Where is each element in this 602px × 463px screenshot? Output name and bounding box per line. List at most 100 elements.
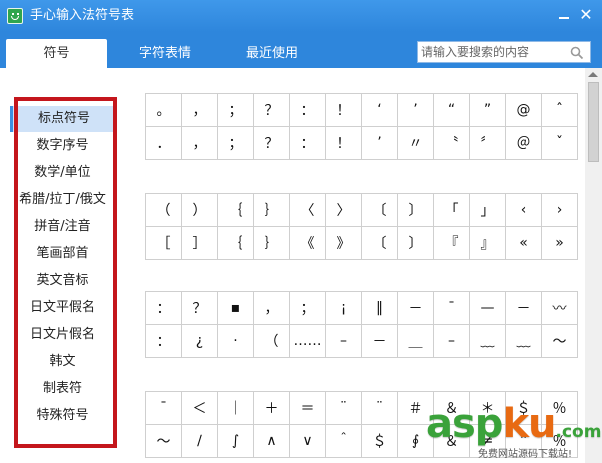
symbol-cell[interactable]: ▪ <box>217 291 254 325</box>
category-numbers[interactable]: 数字序号 <box>10 133 115 159</box>
symbol-cell[interactable]: ＄ <box>505 391 542 425</box>
symbol-cell[interactable]: ］ <box>181 226 218 260</box>
symbol-cell[interactable]: ｝ <box>253 226 290 260</box>
symbol-cell[interactable]: 〕 <box>397 226 434 260</box>
symbol-cell[interactable]: ： <box>289 93 326 127</box>
symbol-cell[interactable]: ＝ <box>289 391 326 425</box>
category-punctuation[interactable]: 标点符号 <box>10 106 115 132</box>
symbol-cell[interactable]: ， <box>181 93 218 127</box>
symbol-cell[interactable]: ！ <box>325 93 362 127</box>
category-greek-latin-russian[interactable]: 希腊/拉丁/俄文 <box>10 187 115 213</box>
symbol-cell[interactable]: ： <box>289 126 326 160</box>
symbol-cell[interactable]: （ <box>253 324 290 358</box>
symbol-cell[interactable]: 」 <box>469 193 506 227</box>
symbol-cell[interactable]: ∕ <box>181 424 218 458</box>
symbol-cell[interactable]: ‖ <box>361 291 398 325</box>
category-special[interactable]: 特殊符号 <box>10 403 115 429</box>
symbol-cell[interactable]: ， <box>253 291 290 325</box>
symbol-cell[interactable]: （ <box>145 193 182 227</box>
symbol-cell[interactable]: ； <box>217 93 254 127</box>
symbol-cell[interactable]: · <box>217 324 254 358</box>
symbol-cell[interactable]: ” <box>469 93 506 127</box>
symbol-cell[interactable]: “ <box>433 93 470 127</box>
symbol-cell[interactable]: « <box>505 226 542 260</box>
symbol-cell[interactable]: ‘ <box>361 93 398 127</box>
symbol-cell[interactable]: 〔 <box>361 226 398 260</box>
symbol-cell[interactable]: ． <box>145 126 182 160</box>
symbol-cell[interactable]: 『 <box>433 226 470 260</box>
tab-emoticons[interactable]: 字符表情 <box>115 39 215 68</box>
symbol-cell[interactable]: 〕 <box>397 193 434 227</box>
symbol-cell[interactable]: ＂ <box>505 424 542 458</box>
search-input[interactable] <box>421 43 566 61</box>
symbol-cell[interactable]: 〉 <box>325 193 362 227</box>
symbol-cell[interactable]: ∫ <box>217 424 254 458</box>
symbol-cell[interactable]: – <box>433 324 470 358</box>
symbol-cell[interactable]: ＆ <box>433 424 470 458</box>
symbol-cell[interactable]: 〝 <box>433 126 470 160</box>
symbol-cell[interactable]: ｛ <box>217 226 254 260</box>
symbol-cell[interactable]: 〈 <box>289 193 326 227</box>
symbol-cell[interactable]: ！ <box>325 126 362 160</box>
symbol-cell[interactable]: ’ <box>397 93 434 127</box>
symbol-cell[interactable]: ～ <box>541 324 578 358</box>
symbol-cell[interactable]: ％ <box>541 424 578 458</box>
symbol-cell[interactable]: @ <box>505 93 542 127</box>
symbol-cell[interactable]: 《 <box>289 226 326 260</box>
symbol-cell[interactable]: ∧ <box>253 424 290 458</box>
symbol-cell[interactable]: ¨ <box>361 391 398 425</box>
symbol-cell[interactable]: － <box>397 291 434 325</box>
tab-symbols[interactable]: 符号 <box>6 39 107 68</box>
symbol-cell[interactable]: ¨ <box>325 391 362 425</box>
vertical-scrollbar[interactable] <box>585 68 602 463</box>
symbol-cell[interactable]: ﹏ <box>505 324 542 358</box>
symbol-cell[interactable]: ， <box>181 126 218 160</box>
symbol-cell[interactable]: ＊ <box>469 391 506 425</box>
minimize-icon[interactable] <box>555 6 573 24</box>
category-katakana[interactable]: 日文片假名 <box>10 322 115 348</box>
symbol-cell[interactable]: ¡ <box>325 291 362 325</box>
symbol-cell[interactable]: …… <box>289 324 326 358</box>
symbol-cell[interactable]: ＋ <box>253 391 290 425</box>
symbol-cell[interactable]: 「 <box>433 193 470 227</box>
symbol-cell[interactable]: 〃 <box>397 126 434 160</box>
symbol-cell[interactable]: 〰 <box>541 291 578 325</box>
symbol-cell[interactable]: ｜ <box>217 391 254 425</box>
symbol-cell[interactable]: ¿ <box>181 324 218 358</box>
symbol-cell[interactable]: ∨ <box>289 424 326 458</box>
symbol-cell[interactable]: ？ <box>253 126 290 160</box>
category-hiragana[interactable]: 日文平假名 <box>10 295 115 321</box>
category-math-units[interactable]: 数学/单位 <box>10 160 115 186</box>
scroll-thumb[interactable] <box>588 82 599 162</box>
symbol-cell[interactable]: – <box>325 324 362 358</box>
symbol-cell[interactable]: ～ <box>145 424 182 458</box>
symbol-cell[interactable]: ： <box>145 324 182 358</box>
symbol-cell[interactable]: ） <box>181 193 218 227</box>
category-strokes-radicals[interactable]: 笔画部首 <box>10 241 115 267</box>
symbol-cell[interactable]: 』 <box>469 226 506 260</box>
symbol-cell[interactable]: ＾ <box>325 424 362 458</box>
category-box-drawing[interactable]: 制表符 <box>10 376 115 402</box>
symbol-cell[interactable]: ； <box>217 126 254 160</box>
symbol-cell[interactable]: ｛ <box>217 193 254 227</box>
symbol-cell[interactable]: ’ <box>361 126 398 160</box>
symbol-cell[interactable]: ∮ <box>397 424 434 458</box>
tab-recent[interactable]: 最近使用 <box>222 39 322 68</box>
symbol-cell[interactable]: 〔 <box>361 193 398 227</box>
symbol-cell[interactable]: － <box>505 291 542 325</box>
category-pinyin[interactable]: 拼音/注音 <box>10 214 115 240</box>
symbol-cell[interactable]: ˆ <box>541 93 578 127</box>
category-phonetics[interactable]: 英文音标 <box>10 268 115 294</box>
symbol-cell[interactable]: ＄ <box>361 424 398 458</box>
category-korean[interactable]: 韩文 <box>10 349 115 375</box>
symbol-cell[interactable]: ［ <box>145 226 182 260</box>
close-icon[interactable]: ✕ <box>577 6 595 24</box>
symbol-cell[interactable]: » <box>541 226 578 260</box>
symbol-cell[interactable]: ＜ <box>181 391 218 425</box>
symbol-cell[interactable]: ＠ <box>505 126 542 160</box>
symbol-cell[interactable]: ｝ <box>253 193 290 227</box>
symbol-cell[interactable]: ＆ <box>433 391 470 425</box>
symbol-cell[interactable]: 。 <box>145 93 182 127</box>
search-icon[interactable] <box>570 46 584 60</box>
symbol-cell[interactable]: － <box>361 324 398 358</box>
